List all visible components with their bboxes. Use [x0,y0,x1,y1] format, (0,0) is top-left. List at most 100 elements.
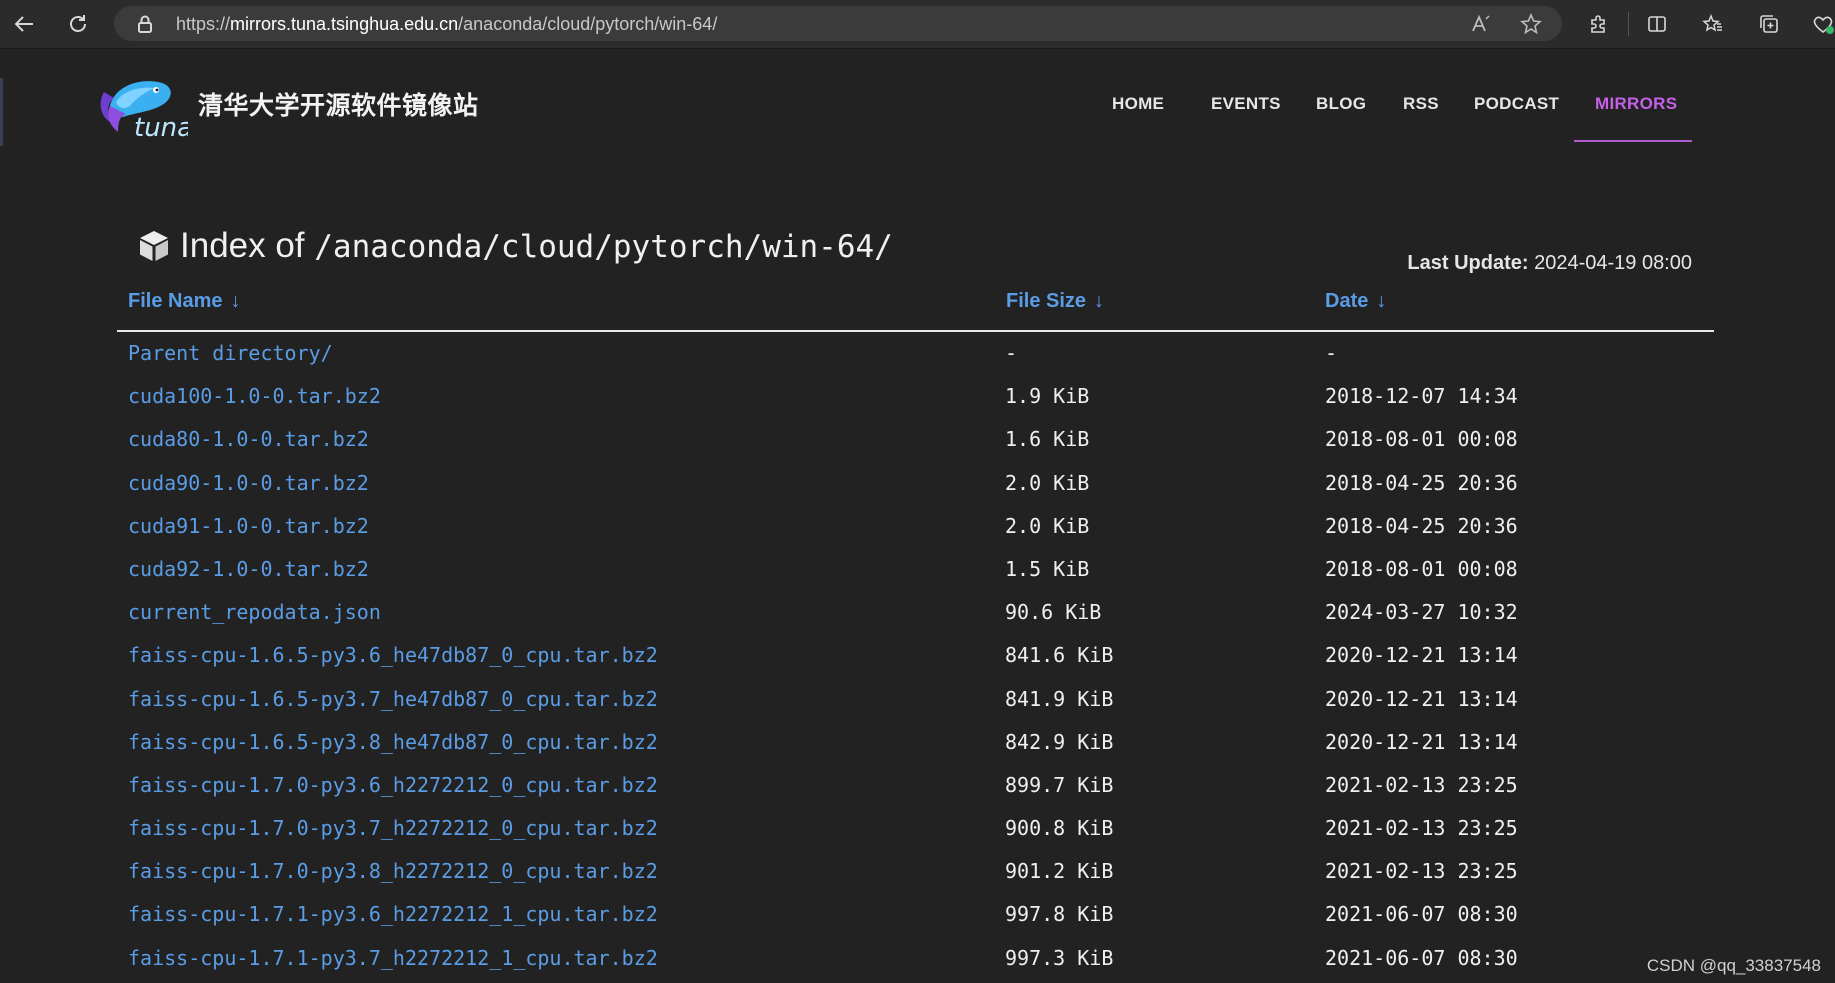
file-size: 1.9 KiB [1005,384,1090,409]
read-aloud-icon[interactable] [1470,13,1492,40]
file-size: 900.8 KiB [1005,816,1114,841]
refresh-button[interactable] [62,8,94,40]
nav-blog[interactable]: BLOG [1316,94,1366,114]
file-size: 2.0 KiB [1005,513,1090,538]
sort-arrow-icon[interactable]: ↓ [230,290,240,312]
last-update-value: 2024-04-19 08:00 [1534,252,1692,274]
file-size: 841.9 KiB [1005,686,1114,711]
sort-arrow-icon[interactable]: ↓ [1376,290,1386,312]
file-date: 2021-02-13 23:25 [1325,859,1518,884]
file-date: 2020-12-21 13:14 [1325,729,1518,754]
file-date: 2021-02-13 23:25 [1325,816,1518,841]
file-date: 2020-12-21 13:14 [1325,643,1518,668]
nav-home-link[interactable]: HOME [1112,94,1164,113]
tuna-logo[interactable]: tuna [96,72,193,143]
file-link[interactable]: cuda100-1.0-0.tar.bz2 [128,384,381,408]
file-size: 842.9 KiB [1005,729,1114,754]
sort-date[interactable]: Date ↓ [1325,290,1386,313]
file-date: 2020-12-21 13:14 [1325,686,1518,711]
lock-icon[interactable] [136,14,154,39]
svg-text:tuna: tuna [134,113,188,142]
file-date: 2018-12-07 14:34 [1325,384,1518,409]
nav-podcast[interactable]: PODCAST [1474,94,1559,114]
collections-icon[interactable] [1754,9,1784,39]
table-row: cuda90-1.0-0.tar.bz2 2.0 KiB 2018-04-25 20… [117,465,1714,508]
file-size: 901.2 KiB [1005,859,1114,884]
url-text[interactable]: https://mirrors.tuna.tsinghua.edu.cn/ana… [176,14,717,35]
file-link[interactable]: faiss-cpu-1.7.0-py3.8_h2272212_0_cpu.tar… [128,859,658,883]
table-row: faiss-cpu-1.7.1-py3.6_h2272212_1_cpu.tar… [117,896,1714,939]
file-date: 2018-04-25 20:36 [1325,470,1518,495]
table-row: faiss-cpu-1.6.5-py3.8_he47db87_0_cpu.tar… [117,724,1714,767]
file-link[interactable]: current_repodata.json [128,600,381,624]
file-link[interactable]: cuda91-1.0-0.tar.bz2 [128,514,369,538]
file-date: 2021-02-13 23:25 [1325,772,1518,797]
table-row: faiss-cpu-1.6.5-py3.6_he47db87_0_cpu.tar… [117,637,1714,680]
file-link[interactable]: faiss-cpu-1.6.5-py3.6_he47db87_0_cpu.tar… [128,643,658,667]
address-bar[interactable]: https://mirrors.tuna.tsinghua.edu.cn/ana… [114,6,1562,41]
nav-rss-link[interactable]: RSS [1403,94,1439,113]
back-button[interactable] [8,8,40,40]
file-link[interactable]: faiss-cpu-1.6.5-py3.7_he47db87_0_cpu.tar… [128,687,658,711]
header-file-size[interactable]: File Size [1006,290,1086,312]
table-row: faiss-cpu-1.7.0-py3.7_h2272212_0_cpu.tar… [117,810,1714,853]
table-row: cuda92-1.0-0.tar.bz2 1.5 KiB 2018-08-01 00… [117,551,1714,594]
last-update-label: Last Update: [1407,252,1529,274]
favorites-icon[interactable] [1698,9,1728,39]
file-link[interactable]: faiss-cpu-1.6.5-py3.8_he47db87_0_cpu.tar… [128,730,658,754]
file-link[interactable]: faiss-cpu-1.7.1-py3.6_h2272212_1_cpu.tar… [128,902,658,926]
split-screen-icon[interactable] [1642,9,1672,39]
table-row: faiss-cpu-1.7.0-py3.8_h2272212_0_cpu.tar… [117,853,1714,896]
file-link[interactable]: cuda90-1.0-0.tar.bz2 [128,471,369,495]
file-date: 2024-03-27 10:32 [1325,600,1518,625]
sort-arrow-icon[interactable]: ↓ [1094,290,1104,312]
file-size: 841.6 KiB [1005,643,1114,668]
file-date: 2021-06-07 08:30 [1325,945,1518,970]
active-nav-indicator [1574,140,1692,142]
page-title: Index of /anaconda/cloud/pytorch/win-64/ [136,226,893,266]
header-file-name[interactable]: File Name [128,290,222,312]
file-size: 1.6 KiB [1005,427,1090,452]
nav-mirrors[interactable]: MIRRORS [1595,94,1677,114]
file-link[interactable]: Parent directory/ [128,341,333,365]
nav-events-link[interactable]: EVENTS [1211,94,1281,113]
nav-events[interactable]: EVENTS [1211,94,1281,114]
file-list: Parent directory/ - - cuda100-1.0-0.tar.bz… [117,335,1714,983]
file-link[interactable]: cuda92-1.0-0.tar.bz2 [128,557,369,581]
file-date: 2018-04-25 20:36 [1325,513,1518,538]
file-size: 2.0 KiB [1005,470,1090,495]
site-title[interactable]: 清华大学开源软件镜像站 [198,86,479,122]
file-size: - [1005,341,1018,365]
profile-icon[interactable] [1808,9,1835,39]
file-size: 1.5 KiB [1005,556,1090,581]
file-date: 2018-08-01 00:08 [1325,427,1518,452]
nav-mirrors-link[interactable]: MIRRORS [1595,94,1677,113]
file-size: 997.3 KiB [1005,945,1114,970]
file-size: 90.6 KiB [1005,600,1102,625]
table-row: faiss-cpu-1.7.0-py3.6_h2272212_0_cpu.tar… [117,767,1714,810]
nav-rss[interactable]: RSS [1403,94,1439,114]
file-link[interactable]: faiss-cpu-1.7.1-py3.7_h2272212_1_cpu.tar… [128,946,658,970]
sort-file-size[interactable]: File Size ↓ [1006,290,1104,313]
title-path: /anaconda/cloud/pytorch/win-64/ [314,229,893,265]
table-row: cuda100-1.0-0.tar.bz2 1.9 KiB 2018-12-07 1… [117,378,1714,421]
table-header: File Name ↓ File Size ↓ Date ↓ [117,288,1714,332]
nav-podcast-link[interactable]: PODCAST [1474,94,1559,113]
box-icon [136,228,172,264]
puzzle-icon[interactable] [1584,9,1614,39]
back-arrow-icon [14,16,33,32]
nav-blog-link[interactable]: BLOG [1316,94,1366,113]
table-row: faiss-cpu-1.7.1-py3.7_h2272212_1_cpu.tar… [117,940,1714,983]
header-date[interactable]: Date [1325,290,1368,312]
title-prefix: Index of [180,226,315,265]
file-link[interactable]: faiss-cpu-1.7.0-py3.6_h2272212_0_cpu.tar… [128,773,658,797]
sort-file-name[interactable]: File Name ↓ [128,290,240,313]
browser-toolbar: https://mirrors.tuna.tsinghua.edu.cn/ana… [0,0,1835,49]
star-icon[interactable] [1520,12,1542,40]
nav-home[interactable]: HOME [1112,94,1164,114]
table-row: Parent directory/ - - [117,335,1714,378]
file-link[interactable]: cuda80-1.0-0.tar.bz2 [128,427,369,451]
file-link[interactable]: faiss-cpu-1.7.0-py3.7_h2272212_0_cpu.tar… [128,816,658,840]
toolbar-divider [1628,12,1629,36]
refresh-icon [70,15,86,32]
